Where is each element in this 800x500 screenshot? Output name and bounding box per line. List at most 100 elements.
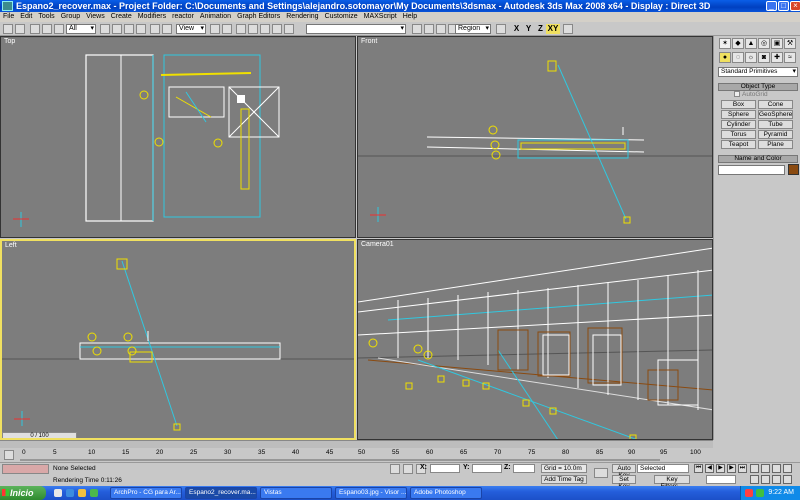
mirror-icon[interactable]	[412, 24, 422, 34]
menu-views[interactable]: Views	[83, 12, 108, 22]
align-icon[interactable]	[424, 24, 434, 34]
selection-filter-select[interactable]: All	[66, 24, 96, 34]
z-coord-input[interactable]	[513, 464, 535, 473]
maximize-viewport-icon[interactable]	[783, 475, 792, 484]
go-to-end-icon[interactable]: ⏭	[738, 464, 747, 473]
previous-frame-icon[interactable]: ◀	[705, 464, 714, 473]
maxscript-listener[interactable]	[2, 464, 49, 474]
viewport-left[interactable]: Left 0 / 100	[0, 239, 356, 440]
curve-editor-icon[interactable]	[496, 24, 506, 34]
percent-snap-icon[interactable]	[260, 24, 270, 34]
hierarchy-tab-icon[interactable]: ▲	[745, 38, 757, 49]
menu-rendering[interactable]: Rendering	[283, 12, 321, 22]
add-time-tag-button[interactable]: Add Time Tag	[541, 475, 587, 484]
field-of-view-icon[interactable]	[750, 475, 759, 484]
pivot-center-icon[interactable]	[210, 24, 220, 34]
undo-icon[interactable]	[3, 24, 13, 34]
pyramid-button[interactable]: Pyramid	[758, 130, 793, 139]
menu-edit[interactable]: Edit	[17, 12, 35, 22]
task-photoshop[interactable]: Adobe Photoshop	[410, 487, 482, 499]
selection-region-select[interactable]: Region	[455, 24, 491, 34]
select-by-name-icon[interactable]	[112, 24, 122, 34]
rect-select-icon[interactable]	[124, 24, 134, 34]
menu-tools[interactable]: Tools	[35, 12, 57, 22]
zoom-extents-icon[interactable]	[772, 464, 781, 473]
zoom-extents-all-icon[interactable]	[783, 464, 792, 473]
viewport-front[interactable]: Front	[357, 36, 713, 238]
autogrid-checkbox[interactable]: AutoGrid	[734, 91, 768, 98]
layer-manager-icon[interactable]	[436, 24, 446, 34]
mini-curve-editor-icon[interactable]	[4, 450, 14, 460]
axis-x-button[interactable]: X	[511, 24, 522, 34]
select-manipulate-icon[interactable]	[222, 24, 232, 34]
show-desktop-icon[interactable]	[54, 489, 62, 497]
window-crossing-icon[interactable]	[136, 24, 146, 34]
menu-modifiers[interactable]: Modifiers	[135, 12, 169, 22]
sphere-button[interactable]: Sphere	[721, 110, 756, 119]
object-name-input[interactable]	[718, 165, 785, 175]
internet-explorer-icon[interactable]	[66, 489, 74, 497]
viewport-time-slider[interactable]: 0 / 100	[2, 432, 77, 438]
menu-animation[interactable]: Animation	[197, 12, 234, 22]
plane-button[interactable]: Plane	[758, 140, 793, 149]
zoom-icon[interactable]	[750, 464, 759, 473]
menu-customize[interactable]: Customize	[322, 12, 361, 22]
tray-icon-2[interactable]	[756, 489, 764, 497]
go-to-start-icon[interactable]: ⏮	[694, 464, 703, 473]
primitive-category-select[interactable]: Standard Primitives	[718, 67, 798, 77]
utilities-tab-icon[interactable]: ⚒	[784, 38, 796, 49]
teapot-button[interactable]: Teapot	[721, 140, 756, 149]
angle-snap-icon[interactable]	[248, 24, 258, 34]
box-button[interactable]: Box	[721, 100, 756, 109]
close-button[interactable]: ×	[790, 1, 800, 11]
motion-tab-icon[interactable]: ◎	[758, 38, 770, 49]
pan-icon[interactable]	[761, 475, 770, 484]
menu-reactor[interactable]: reactor	[169, 12, 197, 22]
set-key-key-icon[interactable]	[594, 468, 608, 478]
lock-selection-icon[interactable]	[390, 464, 400, 474]
menu-group[interactable]: Group	[58, 12, 83, 22]
minimize-button[interactable]: _	[766, 1, 777, 11]
cone-button[interactable]: Cone	[758, 100, 793, 109]
cylinder-button[interactable]: Cylinder	[721, 120, 756, 129]
link-icon[interactable]	[30, 24, 40, 34]
axis-y-button[interactable]: Y	[523, 24, 534, 34]
modify-tab-icon[interactable]: ◆	[732, 38, 744, 49]
helpers-icon[interactable]: ✚	[771, 52, 783, 63]
y-coord-input[interactable]	[472, 464, 502, 473]
menu-maxscript[interactable]: MAXScript	[361, 12, 400, 22]
geometry-icon[interactable]: ●	[719, 52, 731, 63]
set-key-button[interactable]: Set Key	[612, 475, 636, 490]
maximize-button[interactable]: □	[778, 1, 789, 11]
snap-toggle-icon[interactable]	[236, 24, 246, 34]
axis-xy-button[interactable]: XY	[546, 24, 560, 34]
unlink-icon[interactable]	[42, 24, 52, 34]
reference-coord-select[interactable]: View	[176, 24, 206, 34]
autogrid-box[interactable]	[734, 91, 740, 98]
task-3dsmax[interactable]: Espano2_recover.ma...	[185, 487, 257, 499]
menu-file[interactable]: File	[0, 12, 17, 22]
start-button[interactable]: Inicio	[0, 486, 46, 500]
geosphere-button[interactable]: GeoSphere	[758, 110, 793, 119]
spinner-snap-icon[interactable]	[272, 24, 282, 34]
zoom-all-icon[interactable]	[761, 464, 770, 473]
create-tab-icon[interactable]: ✶	[719, 38, 731, 49]
tray-icon-1[interactable]	[745, 489, 753, 497]
cameras-icon[interactable]: ◙	[758, 52, 770, 63]
tube-button[interactable]: Tube	[758, 120, 793, 129]
explorer-icon[interactable]	[78, 489, 86, 497]
absolute-mode-icon[interactable]	[403, 464, 413, 474]
menu-help[interactable]: Help	[400, 12, 420, 22]
menu-create[interactable]: Create	[108, 12, 135, 22]
key-filters-button[interactable]: Key Filters...	[654, 475, 690, 490]
axis-z-button[interactable]: Z	[535, 24, 546, 34]
current-frame-input[interactable]	[706, 475, 736, 484]
redo-icon[interactable]	[15, 24, 25, 34]
named-selection-select[interactable]	[306, 24, 406, 34]
play-icon[interactable]: ▶	[716, 464, 725, 473]
app-quicklaunch-icon[interactable]	[90, 489, 98, 497]
auto-key-button[interactable]: Auto Key	[612, 464, 636, 479]
next-frame-icon[interactable]: ▶	[727, 464, 736, 473]
task-image-viewer[interactable]: Espano03.jpg - Visor ...	[335, 487, 407, 499]
key-selection-select[interactable]: Selected	[637, 464, 689, 473]
